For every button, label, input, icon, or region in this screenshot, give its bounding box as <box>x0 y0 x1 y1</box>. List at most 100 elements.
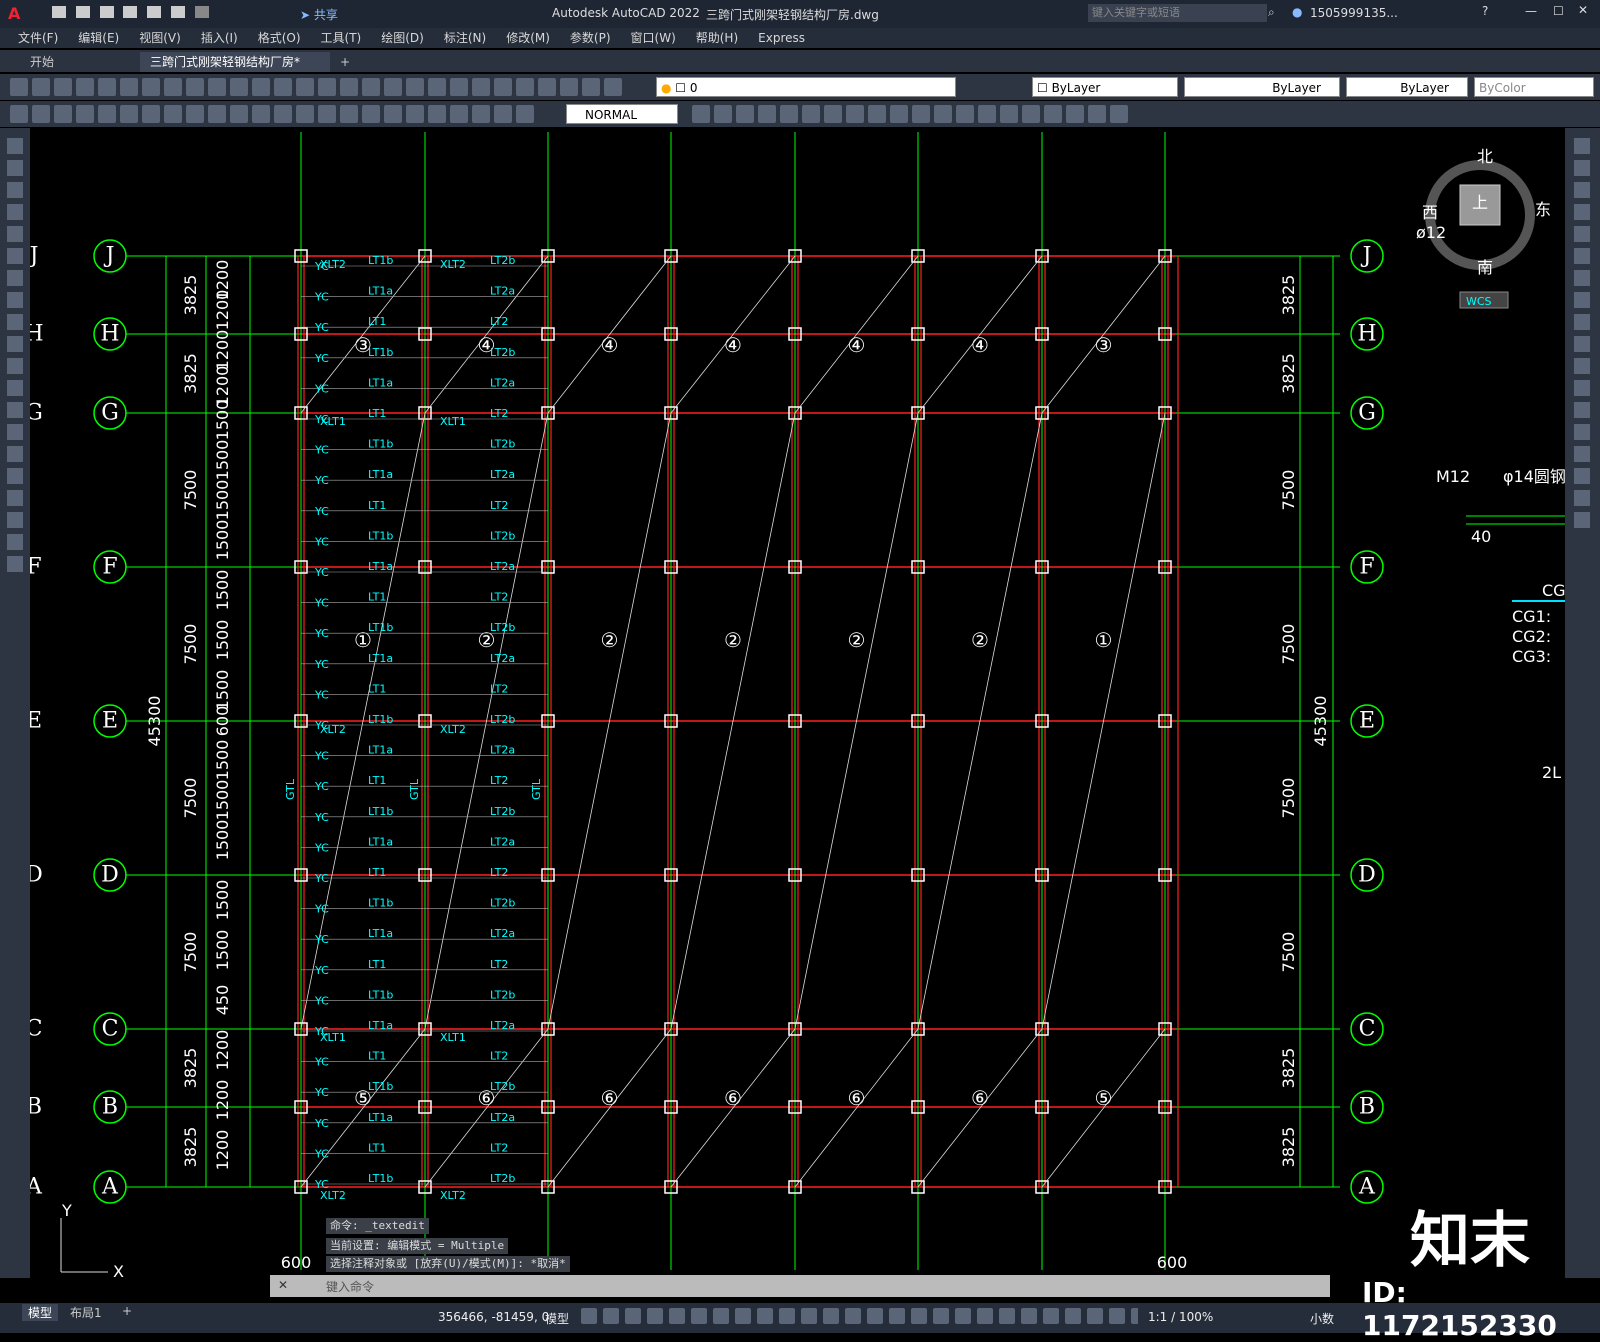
status-toggle-icon-2[interactable] <box>625 1308 641 1324</box>
redo-icon[interactable] <box>194 6 209 18</box>
modify-tool-icon-9[interactable] <box>890 105 908 123</box>
tab-model[interactable]: 模型 <box>22 1304 59 1321</box>
right-tool-icon-11[interactable] <box>1574 380 1590 396</box>
right-tool-icon-2[interactable] <box>1574 182 1590 198</box>
annotation-scale[interactable]: 1:1 / 100% <box>1148 1310 1213 1324</box>
standard-tool-icon-17[interactable] <box>384 78 402 96</box>
right-tool-icon-13[interactable] <box>1574 424 1590 440</box>
minimize-icon[interactable]: — <box>1525 4 1537 18</box>
status-toggle-icon-16[interactable] <box>933 1308 949 1324</box>
right-tool-icon-12[interactable] <box>1574 402 1590 418</box>
search-input[interactable]: 键入关键字或短语 <box>1088 4 1267 22</box>
menu-item-9[interactable]: 参数(P) <box>560 28 621 48</box>
modify-tool-icon-5[interactable] <box>802 105 820 123</box>
standard-tool-icon-1[interactable] <box>32 78 50 96</box>
left-tool-icon-14[interactable] <box>7 446 23 462</box>
standard-tool-icon-9[interactable] <box>208 78 226 96</box>
draw-tool-icon-2[interactable] <box>54 105 72 123</box>
status-toggle-icon-23[interactable] <box>1087 1308 1103 1324</box>
draw-tool-icon-7[interactable] <box>164 105 182 123</box>
tab-add[interactable]: + <box>330 52 360 72</box>
textstyle-select[interactable]: NORMAL <box>566 104 678 124</box>
right-tool-icon-10[interactable] <box>1574 358 1590 374</box>
menu-item-10[interactable]: 窗口(W) <box>621 28 686 48</box>
modify-tool-icon-12[interactable] <box>956 105 974 123</box>
right-tool-icon-15[interactable] <box>1574 468 1590 484</box>
left-tool-icon-8[interactable] <box>7 314 23 330</box>
standard-tool-icon-19[interactable] <box>428 78 446 96</box>
standard-tool-icon-21[interactable] <box>472 78 490 96</box>
status-toggle-icon-19[interactable] <box>999 1308 1015 1324</box>
draw-tool-icon-5[interactable] <box>120 105 138 123</box>
open-icon[interactable] <box>75 6 90 18</box>
right-tool-icon-4[interactable] <box>1574 226 1590 242</box>
status-toggle-icon-6[interactable] <box>713 1308 729 1324</box>
left-tool-icon-6[interactable] <box>7 270 23 286</box>
draw-tool-icon-8[interactable] <box>186 105 204 123</box>
model-space-toggle[interactable]: 模型 <box>545 1310 569 1327</box>
menu-item-4[interactable]: 格式(O) <box>248 28 311 48</box>
standard-tool-icon-8[interactable] <box>186 78 204 96</box>
status-toggle-icon-20[interactable] <box>1021 1308 1037 1324</box>
right-tool-icon-0[interactable] <box>1574 138 1590 154</box>
draw-tool-icon-12[interactable] <box>274 105 292 123</box>
user-icon[interactable]: ● <box>1292 5 1302 19</box>
help-icon[interactable]: ? <box>1482 4 1488 18</box>
new-icon[interactable] <box>52 6 66 18</box>
standard-tool-icon-3[interactable] <box>76 78 94 96</box>
status-toggle-icon-12[interactable] <box>845 1308 861 1324</box>
draw-tool-icon-14[interactable] <box>318 105 336 123</box>
status-toggle-icon-22[interactable] <box>1065 1308 1081 1324</box>
plot-icon[interactable] <box>147 6 162 18</box>
draw-tool-icon-23[interactable] <box>516 105 534 123</box>
right-tool-icon-16[interactable] <box>1574 490 1590 506</box>
standard-tool-icon-20[interactable] <box>450 78 468 96</box>
right-tool-icon-5[interactable] <box>1574 248 1590 264</box>
units-select[interactable]: 小数 <box>1310 1310 1334 1327</box>
saveas-icon[interactable] <box>123 6 138 18</box>
draw-tool-icon-11[interactable] <box>252 105 270 123</box>
menu-item-8[interactable]: 修改(M) <box>496 28 560 48</box>
modify-tool-icon-16[interactable] <box>1044 105 1062 123</box>
status-toggle-icon-21[interactable] <box>1043 1308 1059 1324</box>
status-toggle-icon-24[interactable] <box>1109 1308 1125 1324</box>
draw-tool-icon-21[interactable] <box>472 105 490 123</box>
right-tool-icon-8[interactable] <box>1574 314 1590 330</box>
modify-tool-icon-4[interactable] <box>780 105 798 123</box>
left-tool-icon-3[interactable] <box>7 204 23 220</box>
left-tool-icon-16[interactable] <box>7 490 23 506</box>
status-toggle-icon-11[interactable] <box>823 1308 839 1324</box>
right-tool-icon-17[interactable] <box>1574 512 1590 528</box>
left-tool-icon-9[interactable] <box>7 336 23 352</box>
modify-tool-icon-15[interactable] <box>1022 105 1040 123</box>
standard-tool-icon-27[interactable] <box>604 78 622 96</box>
draw-tool-icon-22[interactable] <box>494 105 512 123</box>
left-tool-icon-0[interactable] <box>7 138 23 154</box>
modify-tool-icon-3[interactable] <box>758 105 776 123</box>
status-toggle-icon-13[interactable] <box>867 1308 883 1324</box>
standard-tool-icon-13[interactable] <box>296 78 314 96</box>
user-name[interactable]: 1505999135... <box>1310 6 1398 20</box>
standard-tool-icon-14[interactable] <box>318 78 336 96</box>
quick-access-toolbar[interactable] <box>52 6 292 22</box>
draw-tool-icon-9[interactable] <box>208 105 226 123</box>
status-toggle-icon-1[interactable] <box>603 1308 619 1324</box>
standard-tool-icon-6[interactable] <box>142 78 160 96</box>
close-icon[interactable]: ✕ <box>1578 3 1588 17</box>
tab-layout-add[interactable]: + <box>122 1304 132 1318</box>
modify-tool-icon-2[interactable] <box>736 105 754 123</box>
standard-tool-icon-24[interactable] <box>538 78 556 96</box>
draw-tool-icon-1[interactable] <box>32 105 50 123</box>
standard-tool-icon-23[interactable] <box>516 78 534 96</box>
left-tool-icon-5[interactable] <box>7 248 23 264</box>
standard-tool-icon-15[interactable] <box>340 78 358 96</box>
modify-tool-icon-7[interactable] <box>846 105 864 123</box>
left-tool-icon-18[interactable] <box>7 534 23 550</box>
status-toggle-icon-8[interactable] <box>757 1308 773 1324</box>
standard-tool-icon-4[interactable] <box>98 78 116 96</box>
modify-tool-icon-6[interactable] <box>824 105 842 123</box>
standard-tool-icon-22[interactable] <box>494 78 512 96</box>
left-tool-icon-19[interactable] <box>7 556 23 572</box>
menu-item-1[interactable]: 编辑(E) <box>68 28 129 48</box>
draw-tool-icon-4[interactable] <box>98 105 116 123</box>
